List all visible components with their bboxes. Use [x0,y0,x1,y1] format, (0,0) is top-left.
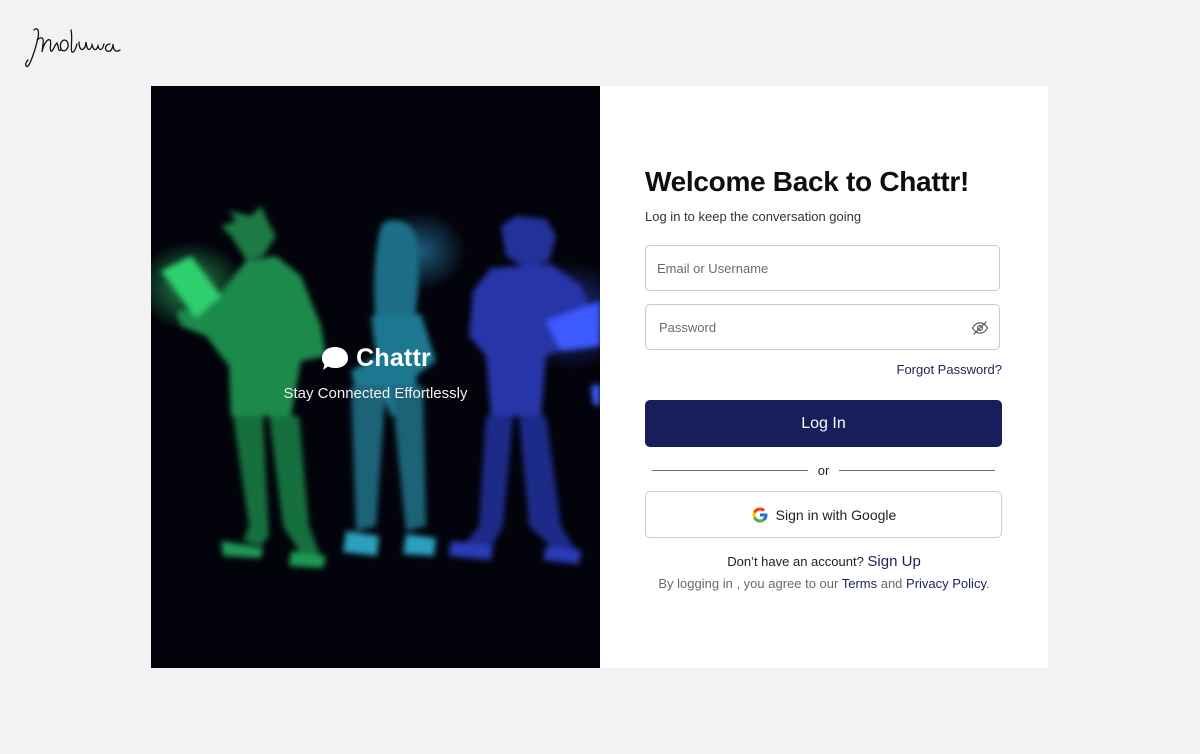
email-field[interactable] [646,246,999,290]
page-title: Welcome Back to Chattr! [645,166,969,197]
hero-panel: Chattr Stay Connected Effortlessly [151,86,600,668]
signup-prompt: Don’t have an account? [727,554,868,569]
legal-suffix: . [985,576,990,591]
brand-lockup: Chattr [151,344,600,373]
legal-notice: By logging in , you agree to our Terms a… [600,576,1048,591]
login-card: Chattr Stay Connected Effortlessly Welco… [151,86,1048,668]
brand-tagline: Stay Connected Effortlessly [283,385,468,402]
password-field-wrapper [645,304,1000,350]
eye-off-icon[interactable] [971,319,989,337]
legal-prefix: By logging in , you agree to our [658,576,842,591]
signup-link[interactable]: Sign Up [867,553,920,570]
people-illustration [151,206,600,568]
legal-and: and [877,576,907,591]
signup-prompt-line: Don’t have an account? Sign Up [600,553,1048,570]
login-form-panel: Welcome Back to Chattr! Log in to keep t… [600,86,1048,668]
google-signin-button[interactable]: Sign in with Google [645,491,1002,538]
forgot-password-link[interactable]: Forgot Password? [897,362,1003,377]
password-field[interactable] [646,305,999,349]
page: Chattr Stay Connected Effortlessly Welco… [0,0,1200,754]
brand-name: Chattr [356,344,431,372]
google-signin-label: Sign in with Google [775,506,897,523]
email-field-wrapper [645,245,1000,291]
google-icon [752,507,768,522]
signature-logo [25,28,121,68]
page-subtitle: Log in to keep the conversation going [645,209,862,224]
login-button[interactable]: Log In [645,400,1002,447]
divider-label: or [817,462,830,478]
divider-line-right [839,469,995,471]
privacy-policy-link[interactable]: Privacy Policy [906,576,986,591]
divider-line-left [652,469,808,471]
or-divider: or [652,462,995,478]
chat-bubble-icon [322,346,349,370]
terms-link[interactable]: Terms [842,576,877,591]
